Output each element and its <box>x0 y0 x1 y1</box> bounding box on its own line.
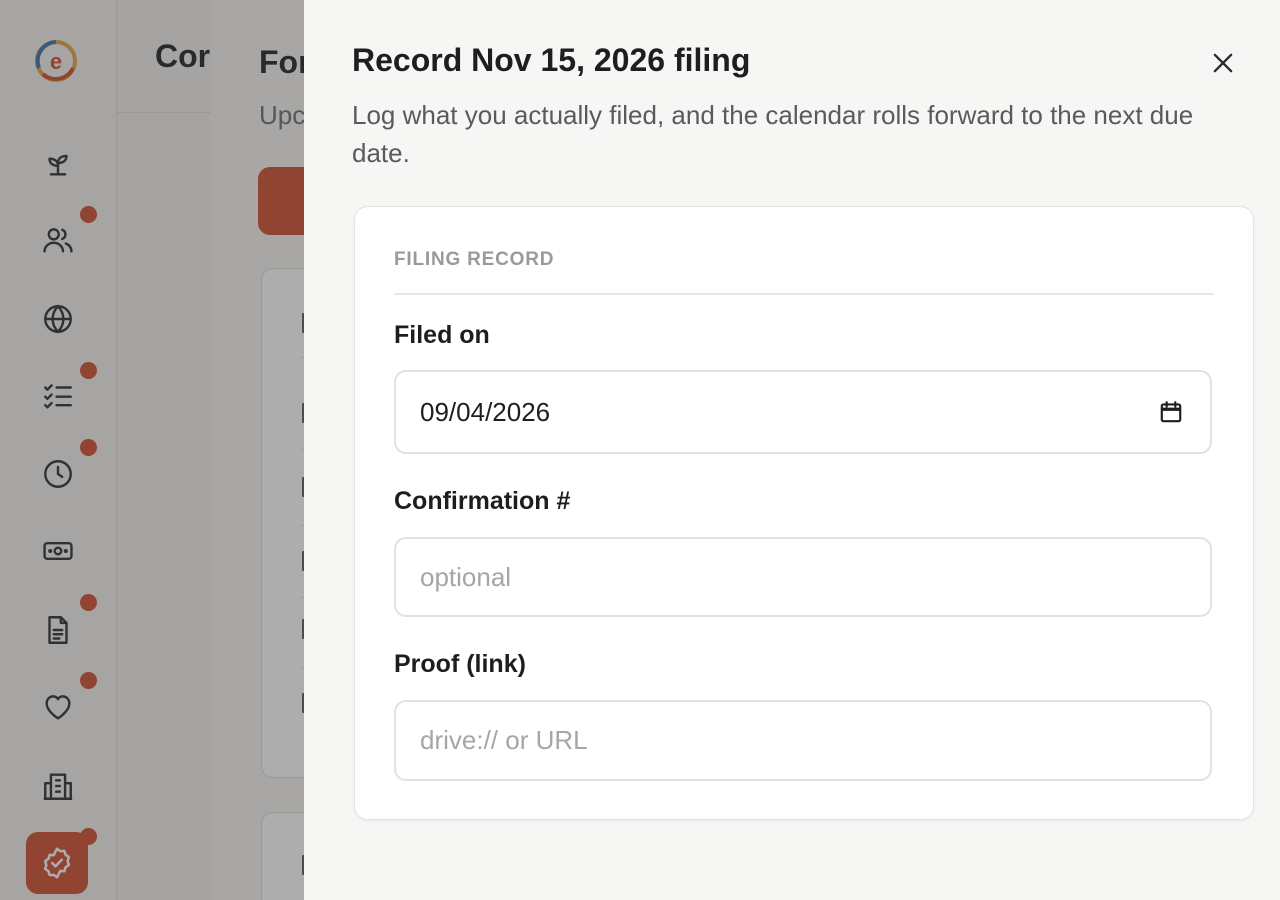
drawer-title: Record Nov 15, 2026 filing <box>352 42 751 78</box>
filed-on-date-input[interactable]: 09/04/2026 <box>394 370 1212 454</box>
calendar-icon[interactable] <box>1158 399 1184 425</box>
filing-record-card: FILING RECORD Filed on 09/04/2026 Confir… <box>354 206 1254 820</box>
modal-backdrop[interactable] <box>0 0 304 900</box>
proof-link-label: Proof (link) <box>394 650 526 678</box>
proof-link-input[interactable]: drive:// or URL <box>394 700 1212 781</box>
drawer-subtitle: Log what you actually filed, and the cal… <box>352 100 1194 168</box>
confirmation-input[interactable]: optional <box>394 537 1212 617</box>
proof-link-placeholder: drive:// or URL <box>420 725 588 755</box>
filed-on-label: Filed on <box>394 321 490 349</box>
section-divider <box>394 293 1214 295</box>
filed-on-value: 09/04/2026 <box>420 396 551 427</box>
section-label: FILING RECORD <box>394 249 555 270</box>
confirmation-placeholder: optional <box>420 561 512 592</box>
close-icon <box>1213 53 1233 73</box>
close-button[interactable] <box>1204 44 1242 82</box>
confirmation-label: Confirmation # <box>394 487 571 515</box>
record-filing-drawer: Record Nov 15, 2026 filing Log what you … <box>304 0 1280 900</box>
